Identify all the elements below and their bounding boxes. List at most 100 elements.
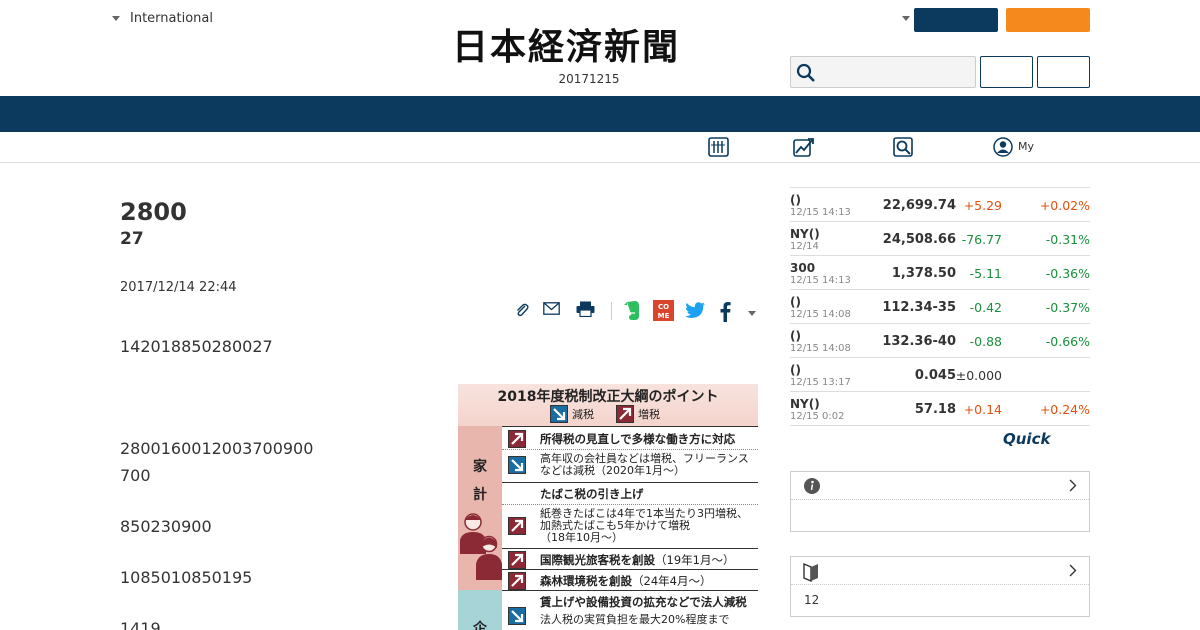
decrease-arrow-icon <box>508 456 526 474</box>
infographic-legend: 減税 増税 <box>550 405 660 423</box>
market-row[interactable]: () 12/15 14:13 22,699.74 +5.29 +0.02% <box>790 187 1090 221</box>
market-row[interactable]: 300 12/15 14:13 1,378.50 -5.11 -0.36% <box>790 255 1090 289</box>
search-option-button-1[interactable] <box>980 56 1033 88</box>
legend-increase-label: 増税 <box>638 408 660 421</box>
evernote-icon[interactable] <box>623 300 641 321</box>
market-time: 12/15 14:13 <box>790 275 851 286</box>
info-box-header[interactable] <box>791 472 1089 500</box>
article-paragraph-4: 850230900 <box>120 517 212 536</box>
share-more-caret-icon[interactable] <box>748 311 756 316</box>
infographic-row: 賃上げや設備投資の拡充などで法人減税 法人税の実質負担を最大20%程度まで <box>502 590 758 630</box>
row-heading: 賃上げや設備投資の拡充などで法人減税 <box>540 595 747 609</box>
market-percent: -0.36% <box>1045 266 1090 281</box>
market-percent: -0.66% <box>1045 334 1090 349</box>
market-time: 12/14 <box>790 241 819 252</box>
market-name: () <box>790 193 801 207</box>
market-row[interactable]: () 12/15 13:17 0.045 ±0.000 <box>790 357 1090 391</box>
article-date: 2017/12/14 22:44 <box>120 280 237 295</box>
article-paragraph-5: 1085010850195 <box>120 568 253 587</box>
infographic-title: 2018年度税制改正大綱のポイント <box>497 389 719 405</box>
article-paragraph-2: 2800160012003700900 <box>120 439 314 458</box>
infographic-row: たばこ税の引き上げ <box>502 482 758 504</box>
corporate-label: 企 <box>473 621 487 630</box>
user-icon[interactable] <box>993 137 1013 157</box>
tax-reform-infographic[interactable]: 2018年度税制改正大綱のポイント 減税 増税 家 計 企 所得税の見直しで多様… <box>458 384 758 630</box>
ranking-box-header[interactable] <box>791 557 1089 585</box>
market-row[interactable]: NY() 12/14 24,508.66 -76.77 -0.31% <box>790 221 1090 255</box>
info-box <box>790 471 1090 532</box>
search-input[interactable] <box>790 56 976 88</box>
market-name: () <box>790 363 801 377</box>
subscribe-button[interactable] <box>1006 8 1090 32</box>
household-label-2: 計 <box>473 487 487 503</box>
market-row[interactable]: NY() 12/15 0:02 57.18 +0.14 +0.24% <box>790 391 1090 426</box>
article-paragraph-6: 1419 <box>120 619 161 630</box>
ranking-box: 12 <box>790 556 1090 617</box>
edition-selector[interactable]: International <box>112 11 213 26</box>
site-header: International 日本経済新聞 20171215 <box>0 0 1200 96</box>
login-button[interactable] <box>914 8 998 32</box>
infographic-row: 森林環境税を創設（24年4月〜） <box>502 569 758 590</box>
family-illustration <box>460 513 502 580</box>
market-time: 12/15 14:08 <box>790 343 851 354</box>
increase-arrow-icon <box>508 517 526 535</box>
info-icon <box>804 478 820 494</box>
clip-icon[interactable] <box>514 302 530 318</box>
increase-arrow-icon <box>508 430 526 448</box>
market-name: 300 <box>790 261 816 275</box>
decrease-arrow-icon <box>508 607 526 625</box>
logo-text: 日本経済新聞 <box>452 26 681 68</box>
market-percent: -0.37% <box>1045 300 1090 315</box>
market-row[interactable]: () 12/15 14:08 132.36-40 -0.88 -0.66% <box>790 323 1090 357</box>
search-article-icon[interactable] <box>893 137 913 157</box>
market-value: 1,378.50 <box>891 266 956 281</box>
main-navigation-bar[interactable] <box>0 96 1200 132</box>
market-name: NY() <box>790 227 820 241</box>
market-percent: -0.31% <box>1045 232 1090 247</box>
market-time: 12/15 14:08 <box>790 309 851 320</box>
row-text-2: などは減税（2020年1月〜） <box>540 464 685 477</box>
market-value: 24,508.66 <box>882 232 956 247</box>
article-subtitle: 27 <box>120 229 144 249</box>
market-value: 22,699.74 <box>882 198 956 213</box>
market-row[interactable]: () 12/15 14:08 112.34-35 -0.42 -0.37% <box>790 289 1090 323</box>
svg-text:ME: ME <box>658 312 670 320</box>
chevron-right-icon <box>1069 564 1077 577</box>
article-paragraph-1: 142018850280027 <box>120 337 273 356</box>
infographic-row: 高年収の会社員などは増税、フリーランス などは減税（2020年1月〜） <box>502 449 758 482</box>
comemo-icon[interactable]: CO ME <box>653 300 674 321</box>
market-chart-icon[interactable] <box>793 137 815 157</box>
market-time: 12/15 0:02 <box>790 411 845 422</box>
quick-logo[interactable]: Quick <box>1003 430 1050 448</box>
facebook-icon[interactable] <box>719 301 731 322</box>
market-change: ±0.000 <box>955 368 1002 383</box>
market-value: 0.045 <box>914 368 956 383</box>
market-change: -0.42 <box>969 300 1002 315</box>
print-icon[interactable] <box>576 301 595 317</box>
infographic-row: 所得税の見直しで多様な働き方に対応 <box>502 426 758 449</box>
site-logo[interactable]: 日本経済新聞 <box>452 26 748 68</box>
infographic-header: 2018年度税制改正大綱のポイント 減税 増税 <box>458 384 758 426</box>
decrease-arrow-icon <box>550 405 568 423</box>
book-icon <box>803 562 818 582</box>
search-icon[interactable] <box>796 63 816 83</box>
chevron-right-icon <box>1069 479 1077 492</box>
household-label-1: 家 <box>473 459 487 475</box>
market-time: 12/15 14:13 <box>790 207 851 218</box>
mail-icon[interactable] <box>543 302 560 315</box>
caret-down-icon <box>112 16 120 21</box>
share-toolbar: CO ME <box>510 298 760 326</box>
my-page-link[interactable]: My <box>1018 140 1034 153</box>
search-option-button-2[interactable] <box>1037 56 1090 88</box>
account-menu-caret-icon[interactable] <box>902 16 910 21</box>
twitter-icon[interactable] <box>685 302 706 319</box>
market-percent: +0.24% <box>1039 402 1090 417</box>
article-title: 2800 <box>120 198 187 226</box>
edition-date: 20171215 <box>558 72 620 86</box>
market-change: +0.14 <box>963 402 1002 417</box>
svg-text:CO: CO <box>658 303 669 311</box>
increase-arrow-icon <box>508 572 526 590</box>
row-text-3: （18年10月〜） <box>540 531 623 544</box>
newspaper-icon[interactable] <box>708 137 729 157</box>
market-value: 112.34-35 <box>882 300 956 315</box>
